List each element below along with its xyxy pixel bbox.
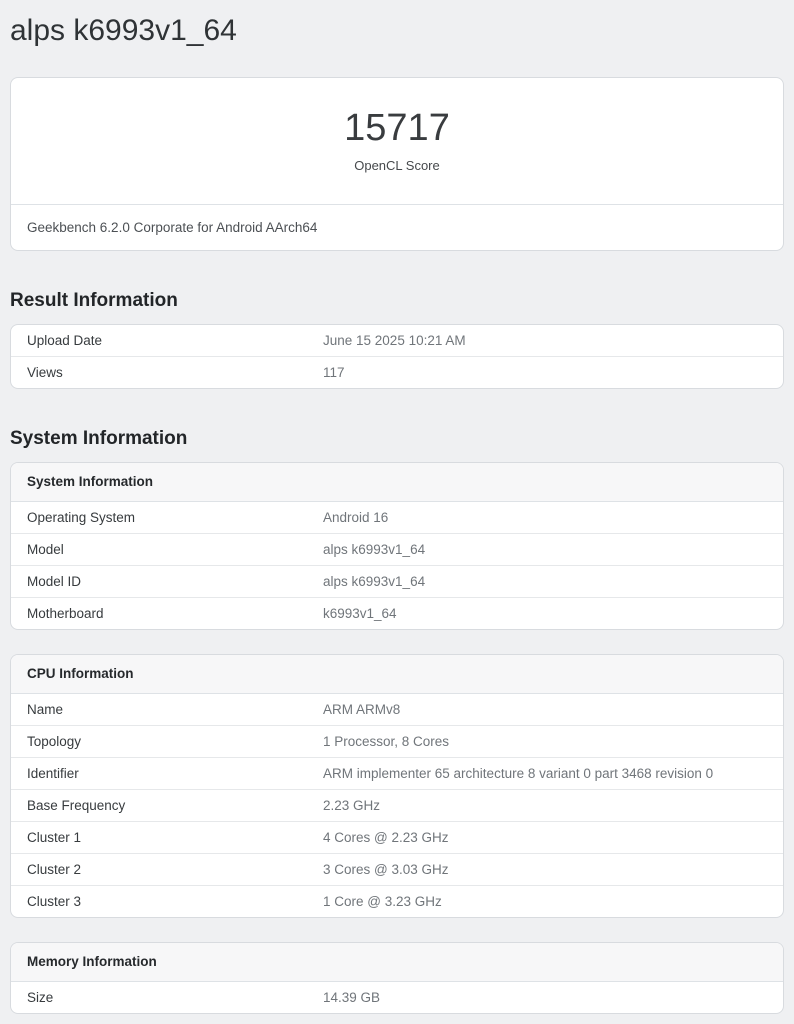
row-value: 14.39 GB (323, 990, 767, 1006)
score-value: 15717 (31, 108, 763, 148)
table-row: Model ID alps k6993v1_64 (11, 566, 783, 598)
row-value: 117 (323, 365, 767, 381)
row-value: k6993v1_64 (323, 606, 767, 622)
row-value: 1 Processor, 8 Cores (323, 734, 767, 750)
table-header-memory-information: Memory Information (11, 943, 783, 982)
row-label: Model ID (27, 574, 323, 590)
row-label: Views (27, 365, 323, 381)
table-header-cpu-information: CPU Information (11, 655, 783, 694)
row-value: 1 Core @ 3.23 GHz (323, 894, 767, 910)
table-row: Identifier ARM implementer 65 architectu… (11, 758, 783, 790)
row-value: ARM implementer 65 architecture 8 varian… (323, 766, 767, 782)
row-value: alps k6993v1_64 (323, 574, 767, 590)
row-value: 3 Cores @ 3.03 GHz (323, 862, 767, 878)
system-information-table: System Information Operating System Andr… (10, 462, 784, 630)
score-card: 15717 OpenCL Score Geekbench 6.2.0 Corpo… (10, 77, 784, 251)
page-title: alps k6993v1_64 (10, 14, 784, 47)
table-row: Upload Date June 15 2025 10:21 AM (11, 325, 783, 357)
row-value: 4 Cores @ 2.23 GHz (323, 830, 767, 846)
row-label: Upload Date (27, 333, 323, 349)
row-label: Size (27, 990, 323, 1006)
cpu-information-table: CPU Information Name ARM ARMv8 Topology … (10, 654, 784, 918)
score-label: OpenCL Score (31, 158, 763, 174)
table-row: Base Frequency 2.23 GHz (11, 790, 783, 822)
row-label: Motherboard (27, 606, 323, 622)
row-value: Android 16 (323, 510, 767, 526)
table-row: Cluster 2 3 Cores @ 3.03 GHz (11, 854, 783, 886)
table-row: Model alps k6993v1_64 (11, 534, 783, 566)
table-row: Name ARM ARMv8 (11, 694, 783, 726)
row-label: Topology (27, 734, 323, 750)
table-row: Cluster 1 4 Cores @ 2.23 GHz (11, 822, 783, 854)
row-label: Name (27, 702, 323, 718)
table-row: Views 117 (11, 357, 783, 388)
table-row: Topology 1 Processor, 8 Cores (11, 726, 783, 758)
row-value: ARM ARMv8 (323, 702, 767, 718)
row-label: Cluster 3 (27, 894, 323, 910)
score-body: 15717 OpenCL Score (11, 78, 783, 204)
section-heading-result-information: Result Information (10, 289, 784, 312)
table-header-system-information: System Information (11, 463, 783, 502)
row-value: alps k6993v1_64 (323, 542, 767, 558)
row-label: Identifier (27, 766, 323, 782)
row-value: 2.23 GHz (323, 798, 767, 814)
row-label: Base Frequency (27, 798, 323, 814)
row-label: Cluster 2 (27, 862, 323, 878)
table-row: Motherboard k6993v1_64 (11, 598, 783, 629)
row-label: Model (27, 542, 323, 558)
table-row: Operating System Android 16 (11, 502, 783, 534)
table-row: Size 14.39 GB (11, 982, 783, 1013)
row-label: Cluster 1 (27, 830, 323, 846)
section-heading-system-information: System Information (10, 427, 784, 450)
result-information-table: Upload Date June 15 2025 10:21 AM Views … (10, 324, 784, 389)
row-value: June 15 2025 10:21 AM (323, 333, 767, 349)
row-label: Operating System (27, 510, 323, 526)
benchmark-version: Geekbench 6.2.0 Corporate for Android AA… (11, 204, 783, 250)
memory-information-table: Memory Information Size 14.39 GB (10, 942, 784, 1014)
table-row: Cluster 3 1 Core @ 3.23 GHz (11, 886, 783, 917)
